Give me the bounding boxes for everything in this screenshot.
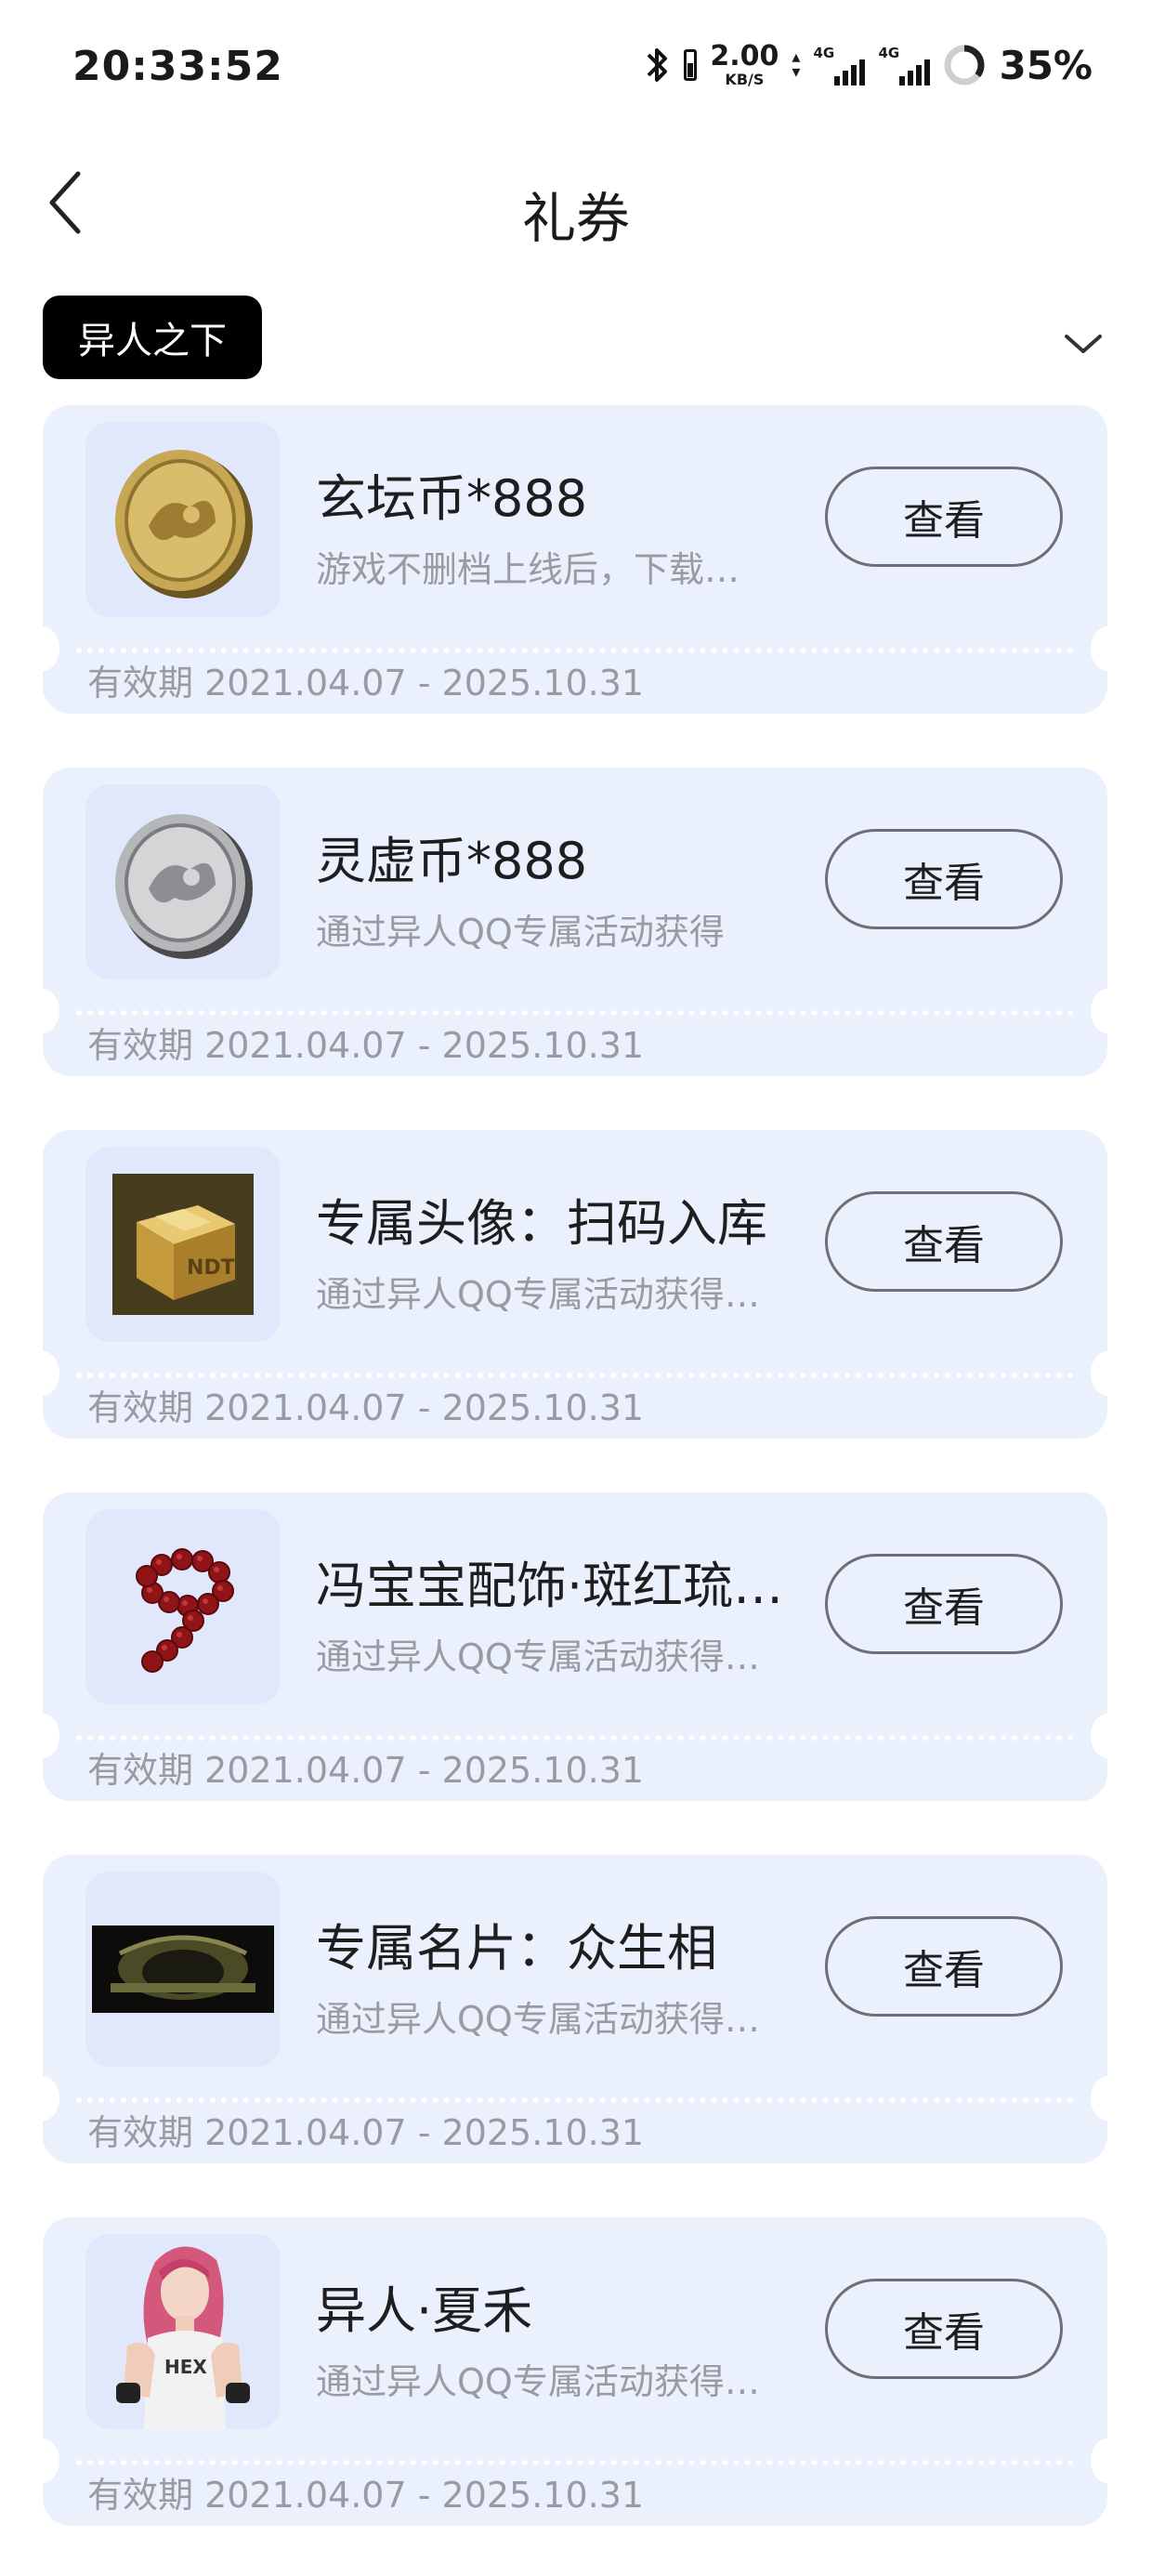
- coupon-validity: 有效期 2021.04.07 - 2025.10.31: [87, 2475, 645, 2516]
- coupon-validity: 有效期 2021.04.07 - 2025.10.31: [87, 1750, 645, 1791]
- coupon-thumbnail: HEX: [85, 2234, 281, 2429]
- data-transfer-icon: ▴ ▾: [792, 47, 801, 82]
- coupon-page: 20:33:52 2.00 KB/S ▴ ▾ 4G 4G 35% 礼券 异人之下…: [0, 0, 1152, 2576]
- status-bar: 20:33:52 2.00 KB/S ▴ ▾ 4G 4G 35%: [0, 0, 1152, 139]
- coupon-card: 灵虚币*888 通过异人QQ专属活动获得 查看 有效期 2021.04.07 -…: [26, 768, 1124, 1076]
- coupon-validity: 有效期 2021.04.07 - 2025.10.31: [87, 1387, 645, 1428]
- gold-coin-icon: [115, 450, 253, 598]
- coupon-title: 玄坛币*888: [316, 469, 588, 528]
- header: 礼券: [0, 149, 1152, 260]
- network-speed: 2.00 KB/S: [710, 43, 779, 87]
- coupon-validity: 有效期 2021.04.07 - 2025.10.31: [87, 1025, 645, 1066]
- bluetooth-icon: [647, 48, 668, 82]
- coupon-description: 游戏不删档上线后，下载…: [316, 549, 740, 590]
- red-bead-bracelet-icon: [136, 1548, 234, 1673]
- coupon-validity: 有效期 2021.04.07 - 2025.10.31: [87, 2112, 645, 2153]
- coupon-title: 专属名片：众生相: [316, 1919, 717, 1978]
- bluetooth-battery-icon: [684, 49, 698, 81]
- status-icons: 2.00 KB/S ▴ ▾ 4G 4G 35%: [643, 37, 1093, 93]
- coupon-divider: [76, 2097, 1074, 2103]
- package-box-icon: NDT: [112, 1174, 254, 1315]
- coupon-card: HEX 异人·夏禾 通过异人QQ专属活动获得… 查看 有效期 2021.04.0…: [26, 2217, 1124, 2526]
- coupon-thumbnail: NDT: [85, 1147, 281, 1342]
- coupon-divider: [76, 1373, 1074, 1378]
- name-card-image-icon: [92, 1925, 274, 2013]
- view-button[interactable]: 查看: [825, 1191, 1063, 1292]
- coupon-card: 专属名片：众生相 通过异人QQ专属活动获得… 查看 有效期 2021.04.07…: [26, 1855, 1124, 2163]
- coupon-title: 灵虚币*888: [316, 832, 588, 890]
- status-time: 20:33:52: [72, 43, 283, 90]
- view-button[interactable]: 查看: [825, 467, 1063, 567]
- chevron-down-icon[interactable]: [1059, 325, 1107, 362]
- view-button[interactable]: 查看: [825, 829, 1063, 929]
- coupon-thumbnail: [85, 784, 281, 979]
- coupon-divider: [76, 648, 1074, 653]
- silver-coin-icon: [115, 814, 253, 959]
- view-button[interactable]: 查看: [825, 1916, 1063, 2017]
- signal-1-label: 4G: [813, 45, 835, 61]
- coupon-divider: [76, 1010, 1074, 1016]
- coupon-list: 玄坛币*888 游戏不删档上线后，下载… 查看 有效期 2021.04.07 -…: [26, 405, 1124, 2576]
- coupon-title: 冯宝宝配饰·斑红琉…: [316, 1557, 784, 1615]
- coupon-thumbnail: [85, 1509, 281, 1704]
- coupon-divider: [76, 1735, 1074, 1741]
- view-button[interactable]: 查看: [825, 1554, 1063, 1654]
- coupon-thumbnail: [85, 422, 281, 617]
- coupon-description: 通过异人QQ专属活动获得…: [316, 1274, 760, 1315]
- game-filter-tag[interactable]: 异人之下: [43, 296, 262, 379]
- coupon-description: 通过异人QQ专属活动获得: [316, 912, 725, 953]
- coupon-validity: 有效期 2021.04.07 - 2025.10.31: [87, 663, 645, 703]
- coupon-title: 专属头像：扫码入库: [316, 1194, 767, 1253]
- page-title: 礼券: [521, 187, 630, 250]
- battery-percent: 35%: [999, 42, 1093, 88]
- battery-ring-icon: [944, 45, 985, 85]
- coupon-title: 异人·夏禾: [316, 2281, 533, 2340]
- network-speed-unit: KB/S: [725, 71, 765, 88]
- character-avatar-icon: HEX: [116, 2246, 250, 2429]
- view-button[interactable]: 查看: [825, 2279, 1063, 2379]
- coupon-thumbnail: [85, 1872, 281, 2067]
- coupon-divider: [76, 2460, 1074, 2465]
- coupon-card: 玄坛币*888 游戏不删档上线后，下载… 查看 有效期 2021.04.07 -…: [26, 405, 1124, 714]
- signal-icon-1: 4G: [813, 45, 866, 85]
- svg-text:HEX: HEX: [164, 2356, 207, 2378]
- coupon-description: 通过异人QQ专属活动获得…: [316, 1636, 760, 1677]
- coupon-card: 冯宝宝配饰·斑红琉… 通过异人QQ专属活动获得… 查看 有效期 2021.04.…: [26, 1492, 1124, 1801]
- network-speed-value: 2.00: [710, 40, 779, 72]
- coupon-description: 通过异人QQ专属活动获得…: [316, 2361, 760, 2402]
- signal-icon-2: 4G: [878, 45, 931, 85]
- signal-2-label: 4G: [878, 45, 900, 61]
- coupon-card: NDT 专属头像：扫码入库 通过异人QQ专属活动获得… 查看 有效期 2021.…: [26, 1130, 1124, 1439]
- coupon-description: 通过异人QQ专属活动获得…: [316, 1999, 760, 2040]
- svg-text:NDT: NDT: [187, 1256, 235, 1280]
